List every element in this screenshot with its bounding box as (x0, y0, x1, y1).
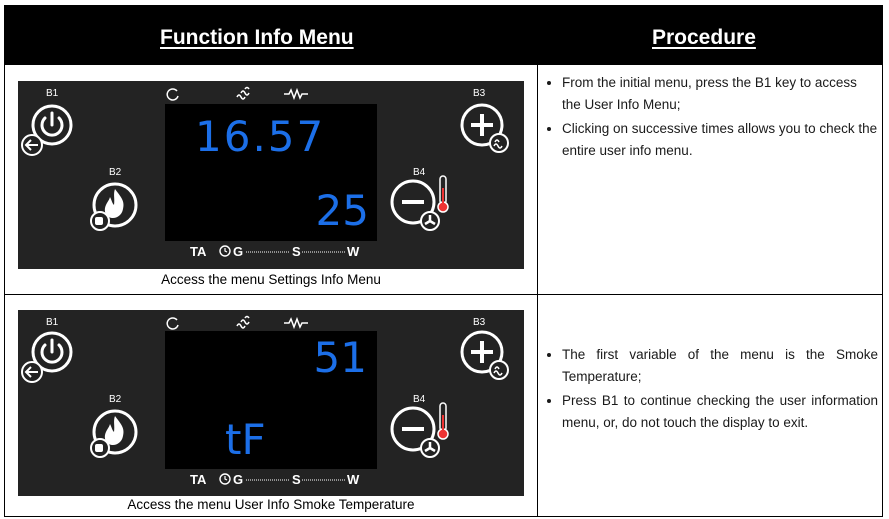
column-divider (537, 6, 538, 517)
b2-label: B2 (109, 394, 122, 405)
s-label: S (292, 244, 301, 259)
caption-1: Access the menu Settings Info Menu (161, 272, 381, 287)
procedure-1: From the initial menu, press the B1 key … (548, 72, 878, 164)
header-procedure: Procedure (652, 26, 756, 49)
ta-label: TA (190, 472, 207, 487)
b4-label: B4 (413, 167, 426, 178)
display-bottom-value: 25 (315, 186, 369, 235)
info-menu-table: Function Info Menu Procedure B1 B2 B3 B4 (0, 0, 889, 519)
table-header: Function Info Menu Procedure (5, 6, 882, 64)
display-screen-2: 51 tF (165, 331, 377, 469)
plus-button[interactable] (459, 330, 509, 380)
plus-button[interactable] (459, 103, 509, 153)
resistor-icon (284, 87, 308, 101)
w-label: W (347, 244, 360, 259)
s-label: S (292, 472, 301, 487)
control-panel-1: B1 B2 B3 B4 16.57 25 TA G S W (18, 81, 524, 269)
procedure-step: The first variable of the menu is the Sm… (562, 344, 878, 388)
caption-2: Access the menu User Info Smoke Temperat… (127, 497, 415, 512)
header-function-info-menu: Function Info Menu (160, 26, 354, 49)
control-panel-2: B1 B2 B3 B4 51 tF TA G S W (18, 310, 524, 496)
display-top-value: 51 (313, 333, 367, 382)
b3-label: B3 (473, 88, 486, 99)
clock-icon (219, 473, 231, 485)
g-label: G (233, 244, 244, 259)
b2-label: B2 (109, 167, 122, 178)
procedure-step: From the initial menu, press the B1 key … (562, 72, 878, 116)
power-button[interactable] (21, 330, 80, 383)
hot-air-icon (236, 86, 250, 100)
procedure-2: The first variable of the menu is the Sm… (548, 344, 878, 436)
power-button[interactable] (21, 103, 80, 156)
b1-label: B1 (46, 317, 59, 328)
ta-label: TA (190, 244, 207, 259)
procedure-step: Clicking on successive times allows you … (562, 118, 878, 162)
g-label: G (233, 472, 244, 487)
resistor-icon (284, 316, 308, 330)
row-divider-top (5, 64, 882, 65)
b4-label: B4 (413, 394, 426, 405)
hot-air-icon (236, 315, 250, 329)
flame-button[interactable] (90, 408, 141, 458)
display-bottom-value: tF (225, 415, 266, 464)
display-top-value: 16.57 (195, 112, 326, 161)
minus-button[interactable] (390, 406, 440, 458)
display-screen-1: 16.57 25 (165, 104, 377, 241)
minus-button[interactable] (390, 179, 440, 231)
procedure-step: Press B1 to continue checking the user i… (562, 390, 878, 434)
refresh-icon (166, 317, 179, 330)
b3-label: B3 (473, 317, 486, 328)
flame-button[interactable] (90, 181, 141, 231)
clock-icon (219, 245, 231, 257)
b1-label: B1 (46, 88, 59, 99)
w-label: W (347, 472, 360, 487)
row-divider (5, 294, 882, 295)
refresh-icon (166, 88, 179, 101)
